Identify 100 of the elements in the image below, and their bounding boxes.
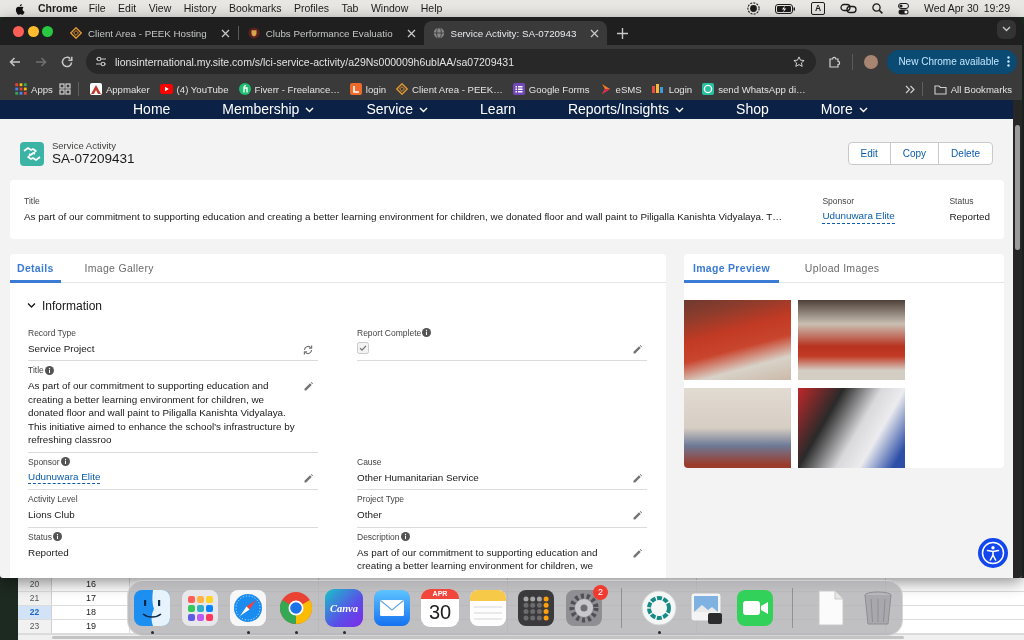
menu-item[interactable]: Profiles [293,0,329,17]
menu-item[interactable]: History [183,0,217,17]
plus-icon[interactable] [617,28,629,39]
close-icon[interactable] [590,28,600,38]
record-link[interactable]: Udunuwara Elite [822,210,895,224]
accessibility-button[interactable] [978,538,1008,568]
nav-link[interactable]: Reports/Insights [567,100,685,119]
window-minimize-button[interactable] [27,25,39,37]
apple-logo-icon[interactable] [15,2,25,15]
nav-link[interactable]: Shop [736,100,769,119]
bookmark-link[interactable]: Login [647,81,697,97]
screen-record-icon[interactable] [746,2,760,15]
battery-icon[interactable] [774,3,796,14]
menu-item[interactable]: Tab [341,0,359,17]
row-number[interactable]: 22 [18,606,52,619]
calculator-icon[interactable] [517,589,555,627]
sheet-cell-text: 16 [85,578,97,591]
update-button[interactable]: New Chrome available [887,49,1017,74]
crest-icon [247,27,260,39]
swap-arrows-icon[interactable] [303,344,313,355]
tab[interactable]: Details [10,253,61,283]
tab[interactable]: Image Preview [684,253,779,283]
pencil-icon[interactable] [304,473,313,483]
menu-item[interactable]: File [88,0,106,17]
nav-link[interactable]: Service [366,100,429,119]
avatar[interactable] [864,54,879,69]
nav-link[interactable]: Home [133,100,171,119]
row-number[interactable]: 21 [18,592,52,605]
action-button[interactable]: Delete [938,142,993,165]
envelope-icon[interactable] [373,589,411,627]
double-chevron-icon[interactable] [904,84,915,94]
bookmark-link[interactable]: Fiverr - Freelance… [234,81,344,97]
app-menu[interactable]: Chrome [38,0,78,17]
bookmark-link[interactable]: Client Area - PEEK… [392,81,507,97]
photo-placeholder[interactable] [798,387,905,468]
browser-tab[interactable]: Client Area - PEEK Hosting [61,21,238,45]
bookmark-link[interactable]: send WhatsApp di… [698,81,810,97]
checkbox[interactable] [357,341,369,354]
toggles-icon[interactable] [898,2,910,15]
menu-item[interactable]: View [148,0,172,17]
pencil-icon[interactable] [633,344,642,354]
section-toggle[interactable]: Information [27,292,103,319]
action-button[interactable]: Copy [889,142,940,165]
close-icon[interactable] [406,28,416,38]
close-icon[interactable] [220,28,230,38]
grid-icon[interactable] [58,83,71,95]
square-logo-icon [349,83,362,95]
bookmark-link[interactable]: (4) YouTube [155,81,233,97]
app-grid-icon[interactable] [181,589,219,627]
photo-placeholder[interactable] [684,299,791,380]
reload-icon[interactable] [60,54,74,69]
compass-icon[interactable] [229,589,267,627]
smiley-tile-icon[interactable] [133,589,171,627]
pencil-icon[interactable] [633,548,642,558]
photo-placeholder[interactable] [684,387,791,468]
bookmark-link[interactable]: login [345,81,391,97]
app-tile[interactable]: Canva [325,589,363,627]
pencil-icon[interactable] [633,511,642,520]
apps-grid-icon[interactable] [15,83,27,95]
nav-link[interactable]: Learn [480,100,516,119]
star-icon[interactable] [793,55,806,68]
search-icon[interactable] [872,3,884,14]
nav-link[interactable]: Membership [222,100,315,119]
field-label: Sponsor [28,455,60,468]
field-value: Reported [949,210,990,224]
row-number[interactable]: 20 [18,578,52,591]
menu-item[interactable]: Edit [118,0,137,17]
tab[interactable]: Upload Images [795,253,889,283]
menu-item[interactable]: Window [370,0,409,17]
bookmark-link[interactable]: Apps [11,81,57,97]
circle-logo-icon[interactable] [277,589,315,627]
browser-tab[interactable]: Service Activity: SA-0720943 [423,21,608,45]
window-close-button[interactable] [13,25,24,37]
tab[interactable]: Image Gallery [77,253,161,283]
bookmark-link[interactable]: Google Forms [508,81,594,97]
field-value: As part of our commitment to supporting education and creating a better learning environment for children, we [357,545,599,573]
tab-list-button[interactable] [997,19,1016,39]
window-zoom-button[interactable] [42,25,53,37]
photo-placeholder[interactable] [798,299,905,380]
ring-icon[interactable] [640,589,678,627]
scrollbar[interactable] [1013,100,1022,578]
menu-item[interactable]: Help [420,0,443,17]
puzzle-icon[interactable] [828,55,842,68]
sliders-icon[interactable] [95,56,107,67]
pencil-icon[interactable] [304,382,313,391]
nav-link[interactable]: More [820,100,868,119]
record-link[interactable]: Udunuwara Elite [28,470,101,484]
row-number[interactable]: 23 [18,620,52,633]
linked-rings-icon[interactable] [840,3,858,14]
menu-item[interactable]: Bookmarks [228,0,282,17]
pencil-icon[interactable] [633,473,642,483]
field-value: As part of our commitment to supporting education and creating a better learning environment for children, we donated floor and wall paint to Piligalla Kanishta Vidyalaya. T… [24,210,784,224]
address-bar[interactable]: lionsinternational.my.site.com/s/lci-service-activity/a29Ns000009h6ublAA/sa07209431 [86,49,817,74]
browser-tab[interactable]: Clubs Performance Evaluatio [238,21,424,45]
bookmark-link[interactable]: eSMS [595,81,646,97]
action-button[interactable]: Edit [847,142,891,165]
bookmark-folder[interactable]: All Bookmarks [929,81,1016,97]
input-source-indicator[interactable]: A [810,2,826,15]
gear-icon[interactable] [565,589,603,627]
bookmark-link[interactable]: Appmaker [85,81,154,97]
